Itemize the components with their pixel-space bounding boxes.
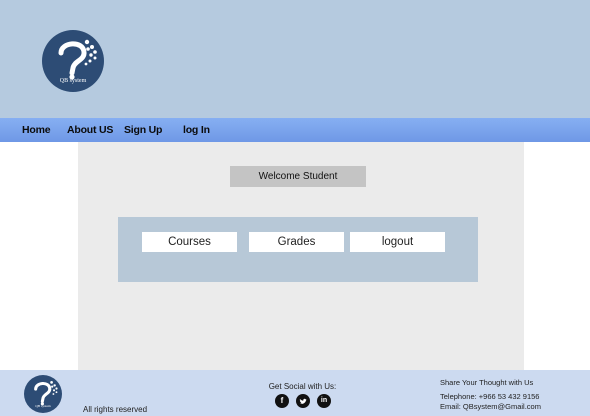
nav-about-us-link[interactable]: About US: [67, 118, 113, 142]
email-text: Email: QBsystem@Gmail.com: [440, 402, 541, 411]
site-header: QB system: [0, 0, 590, 118]
nav-sign-up-link[interactable]: Sign Up: [124, 118, 162, 142]
qb-system-logo[interactable]: QB system: [42, 30, 104, 92]
welcome-banner: Welcome Student: [230, 166, 366, 187]
telephone-text: Telephone: +966 53 432 9156: [440, 392, 540, 401]
social-label: Get Social with Us:: [268, 382, 337, 391]
footer-logo-text: QB system: [35, 404, 51, 408]
nav-home-link[interactable]: Home: [22, 118, 51, 142]
logout-button[interactable]: logout: [350, 232, 445, 252]
twitter-icon[interactable]: [296, 394, 310, 408]
linkedin-icon[interactable]: in: [317, 394, 331, 408]
share-thought-title: Share Your Thought with Us: [440, 378, 534, 387]
grades-button[interactable]: Grades: [249, 232, 344, 252]
copyright-text: All rights reserved: [83, 405, 148, 414]
facebook-icon[interactable]: f: [275, 394, 289, 408]
courses-button[interactable]: Courses: [142, 232, 237, 252]
twitter-bird-icon: [299, 398, 307, 404]
action-panel: Courses Grades logout: [118, 217, 478, 282]
social-icons: f in: [272, 394, 334, 410]
site-footer: QB system All rights reserved Get Social…: [0, 370, 590, 416]
logo-text: QB system: [59, 78, 87, 84]
nav-log-in-link[interactable]: log In: [183, 118, 210, 142]
main-content: Welcome Student Courses Grades logout: [78, 142, 524, 370]
nav-bar: Home About US Sign Up log In: [0, 118, 590, 142]
footer-logo[interactable]: QB system: [24, 375, 62, 413]
